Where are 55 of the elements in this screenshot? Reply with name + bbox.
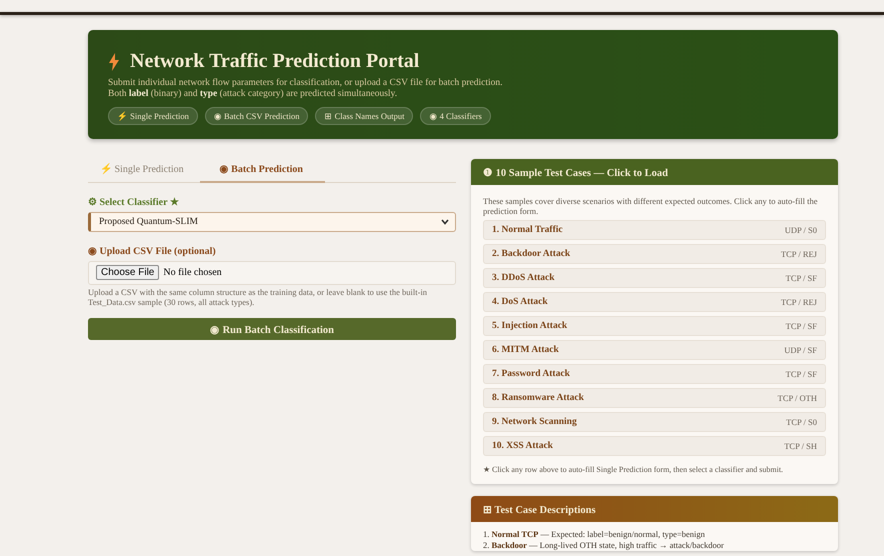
description-line: 2. Backdoor — Long-lived OTH state, high traffic → attack/backdoor [483,540,725,552]
feature-chip: ⚡ Single Prediction [108,106,198,125]
protocol-text: TCP / REJ [780,249,817,260]
subtitle-text: Submit individual network flow parameters for classification, or upload a CSV file for batch prediction. [108,78,504,89]
sample-case-row[interactable]: 7. Password Attack TCP / SF [483,364,826,384]
protocol-text: TCP / SF [786,369,817,380]
protocol-text: UDP / S0 [784,225,817,236]
lightning-bolt-icon [108,52,120,70]
panel-header: ❶ 10 Sample Test Cases — Click to Load [471,158,838,185]
sample-case-row[interactable]: 8. Ransomware Attack TCP / OTH [483,388,826,408]
select-value: Proposed Quantum-SLIM [99,216,198,227]
case-name: 7. Password Attack [492,369,570,380]
feature-chip: ◉ 4 Classifiers [420,106,491,125]
protocol-text: TCP / SF [786,273,817,284]
field-label: ◉ Upload CSV File (optional) [88,244,217,257]
case-name: 9. Network Scanning [492,417,577,428]
case-name: 5. Injection Attack [492,321,568,332]
feature-chip: ⊞ Class Names Output [315,106,414,125]
case-name: 2. Backdoor Attack [492,249,570,260]
sample-case-row[interactable]: 3. DDoS Attack TCP / SF [483,268,826,288]
sample-case-row[interactable]: 5. Injection Attack TCP / SF [483,316,826,336]
protocol-text: UDP / SF [784,345,817,356]
case-name: 3. DDoS Attack [492,273,555,284]
choose-file-button[interactable]: Choose File [96,265,160,280]
file-upload-field[interactable]: Choose File No file chosen [88,260,456,285]
case-name: 1. Normal Traffic [492,225,563,236]
protocol-text: TCP / OTH [778,393,817,404]
description-line: 1. Normal TCP — Expected: label=benign/normal, type=benign [483,529,706,540]
case-name: 8. Ransomware Attack [492,393,584,404]
case-name: 4. DoS Attack [492,297,548,308]
feature-chip: ◉ Batch CSV Prediction [204,106,308,125]
protocol-text: TCP / S0 [786,417,817,428]
sample-case-row[interactable]: 10. XSS Attack TCP / SH [483,436,826,456]
protocol-text: TCP / REJ [780,297,817,308]
sample-case-row[interactable]: 1. Normal Traffic UDP / S0 [483,220,826,240]
sample-case-row[interactable]: 2. Backdoor Attack TCP / REJ [483,244,826,264]
page-title: Network Traffic Prediction Portal [130,50,420,73]
tab[interactable]: ◉ Batch Prediction [200,158,325,183]
sample-case-row[interactable]: 9. Network Scanning TCP / S0 [483,412,826,432]
protocol-text: TCP / SH [784,441,817,452]
case-name: 6. MITM Attack [492,345,559,356]
sample-case-row[interactable]: 6. MITM Attack UDP / SF [483,340,826,360]
sample-case-row[interactable]: 4. DoS Attack TCP / REJ [483,292,826,312]
run-batch-button[interactable]: ◉ Run Batch Classification [88,318,456,340]
note-text: ★ Click any row above to auto-fill Single Prediction form, then select a classifier and submit. [483,465,784,474]
chevron-down-icon [441,218,449,225]
classifier-select[interactable]: Proposed Quantum-SLIM [88,212,456,232]
subtitle-text: Both label (binary) and type (attack category) are predicted simultaneously. [108,88,398,100]
help-text: Upload a CSV with the same column structure as the training data, or leave blank to use the built-in Test_Data.csv sample (30 rows, all attack types). [88,288,428,308]
field-label: ⚙ Select Classifier ★ [88,196,180,208]
protocol-text: TCP / SF [786,321,817,332]
panel-header: ⊞ Test Case Descriptions [471,496,838,522]
intro-text: These samples cover diverse scenarios with different expected outcomes. Click any to auto-fill the prediction form. [483,196,819,216]
file-status-text: No file chosen [163,267,222,278]
case-name: 10. XSS Attack [492,441,553,452]
